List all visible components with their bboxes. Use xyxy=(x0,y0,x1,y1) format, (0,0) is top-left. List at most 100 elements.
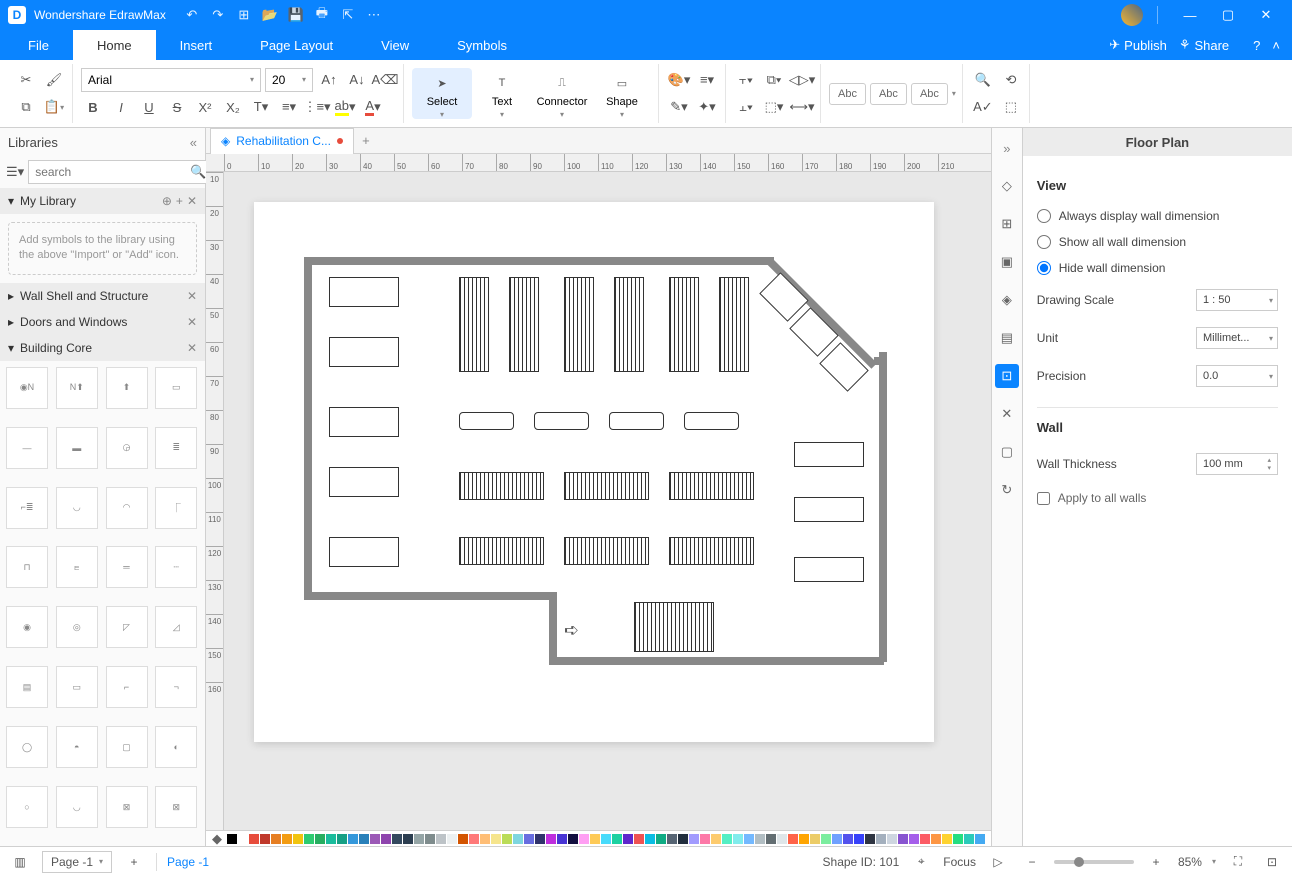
color-swatch[interactable] xyxy=(667,834,677,844)
apply-all-walls-checkbox[interactable]: Apply to all walls xyxy=(1037,483,1278,513)
font-select[interactable]: Arial▾ xyxy=(81,68,261,92)
page-panel-icon[interactable]: ▤ xyxy=(995,326,1019,350)
color-swatch[interactable] xyxy=(920,834,930,844)
color-swatch[interactable] xyxy=(777,834,787,844)
collapse-libraries-button[interactable]: « xyxy=(190,135,197,150)
font-size-select[interactable]: 20▾ xyxy=(265,68,313,92)
publish-button[interactable]: ✈Publish xyxy=(1109,37,1167,53)
section-doors[interactable]: ▸Doors and Windows ✕ xyxy=(0,309,205,335)
menu-file[interactable]: File xyxy=(4,30,73,60)
color-swatch[interactable] xyxy=(337,834,347,844)
theme-style-1[interactable]: Abc xyxy=(829,83,866,105)
color-swatch[interactable] xyxy=(304,834,314,844)
section-wall[interactable]: ▸Wall Shell and Structure ✕ xyxy=(0,283,205,309)
case-button[interactable]: T▾ xyxy=(249,95,273,119)
save-button[interactable]: 💾 xyxy=(286,5,306,25)
color-swatch[interactable] xyxy=(601,834,611,844)
color-swatch[interactable] xyxy=(634,834,644,844)
shape-arrow[interactable]: ⬆ xyxy=(106,367,148,409)
play-button[interactable]: ▷ xyxy=(986,850,1010,874)
shape-stair-curve[interactable]: ◡ xyxy=(56,487,98,529)
shape-stair-corner[interactable]: ⎾ xyxy=(155,487,197,529)
export-button[interactable]: ⇱ xyxy=(338,5,358,25)
shape-slab[interactable]: ▬ xyxy=(56,427,98,469)
cut-button[interactable]: ✂ xyxy=(14,68,38,92)
fill-button[interactable]: 🎨▾ xyxy=(667,68,691,92)
shape-x1[interactable]: ⊠ xyxy=(106,786,148,828)
line-color-button[interactable]: ✎▾ xyxy=(667,95,691,119)
history-panel-icon[interactable]: ↻ xyxy=(995,478,1019,502)
color-swatch[interactable] xyxy=(436,834,446,844)
group-button[interactable]: ⧉▾ xyxy=(762,68,786,92)
grid-panel-icon[interactable]: ⊞ xyxy=(995,212,1019,236)
color-swatch[interactable] xyxy=(964,834,974,844)
close-section-icon[interactable]: ✕ xyxy=(187,289,197,303)
outline-view-button[interactable]: ▥ xyxy=(8,850,32,874)
image-panel-icon[interactable]: ▣ xyxy=(995,250,1019,274)
color-swatch[interactable] xyxy=(524,834,534,844)
shape-basin[interactable]: ◡ xyxy=(56,786,98,828)
shape-tool[interactable]: ▭Shape▾ xyxy=(592,68,652,119)
user-avatar[interactable] xyxy=(1121,4,1143,26)
shape-x2[interactable]: ⊠ xyxy=(155,786,197,828)
color-swatch[interactable] xyxy=(557,834,567,844)
connector-tool[interactable]: ⎍Connector▾ xyxy=(532,68,592,119)
text-tool[interactable]: TText▾ xyxy=(472,68,532,119)
bold-button[interactable]: B xyxy=(81,95,105,119)
color-swatch[interactable] xyxy=(579,834,589,844)
color-swatch[interactable] xyxy=(612,834,622,844)
color-swatch[interactable] xyxy=(865,834,875,844)
focus-target-icon[interactable]: ⌖ xyxy=(909,850,933,874)
close-section-icon[interactable]: ✕ xyxy=(187,341,197,355)
close-section-icon[interactable]: ✕ xyxy=(187,194,197,208)
shape-corner2[interactable]: ¬ xyxy=(155,666,197,708)
shape-stair-l[interactable]: ⌐≣ xyxy=(6,487,48,529)
maximize-button[interactable]: ▢ xyxy=(1210,0,1246,30)
share-button[interactable]: ⚘Share xyxy=(1179,37,1229,53)
shape-corner[interactable]: ⌐ xyxy=(106,666,148,708)
color-swatch[interactable] xyxy=(568,834,578,844)
print-button[interactable]: 🖶 xyxy=(312,5,332,25)
page-label[interactable]: Page -1 xyxy=(167,855,209,869)
redo-button[interactable]: ↷ xyxy=(208,5,228,25)
color-swatch[interactable] xyxy=(513,834,523,844)
color-swatch[interactable] xyxy=(546,834,556,844)
close-button[interactable]: ✕ xyxy=(1248,0,1284,30)
library-search[interactable]: 🔍 xyxy=(28,160,213,184)
color-swatch[interactable] xyxy=(678,834,688,844)
subscript-button[interactable]: X₂ xyxy=(221,95,245,119)
shape-sink[interactable]: ◓ xyxy=(56,726,98,768)
color-swatch[interactable] xyxy=(942,834,952,844)
color-swatch[interactable] xyxy=(887,834,897,844)
select-tool[interactable]: ➤Select▾ xyxy=(412,68,472,119)
color-swatch[interactable] xyxy=(843,834,853,844)
layer-button[interactable]: ⬚▾ xyxy=(762,95,786,119)
copy-button[interactable]: ⧉ xyxy=(14,95,38,119)
color-swatch[interactable] xyxy=(315,834,325,844)
shape-toilet[interactable]: ◯ xyxy=(6,726,48,768)
color-swatch[interactable] xyxy=(469,834,479,844)
color-swatch[interactable] xyxy=(458,834,468,844)
menu-view[interactable]: View xyxy=(357,30,433,60)
new-button[interactable]: ⊞ xyxy=(234,5,254,25)
color-swatch[interactable] xyxy=(326,834,336,844)
fullscreen-button[interactable]: ⊡ xyxy=(1260,850,1284,874)
layers-panel-icon[interactable]: ◈ xyxy=(995,288,1019,312)
zoom-slider[interactable] xyxy=(1054,860,1134,864)
color-swatch[interactable] xyxy=(425,834,435,844)
color-swatch[interactable] xyxy=(953,834,963,844)
color-swatch[interactable] xyxy=(491,834,501,844)
color-swatch[interactable] xyxy=(909,834,919,844)
shape-rect2[interactable]: ▭ xyxy=(56,666,98,708)
shape-ramp[interactable]: ◸ xyxy=(106,606,148,648)
page-select[interactable]: Page -1▾ xyxy=(42,851,112,873)
color-swatch[interactable] xyxy=(931,834,941,844)
color-swatch[interactable] xyxy=(788,834,798,844)
import-icon[interactable]: ⊕ xyxy=(162,194,172,208)
qat-more[interactable]: ⋯ xyxy=(364,5,384,25)
highlight-button[interactable]: ab▾ xyxy=(333,95,357,119)
radio-always-display[interactable]: Always display wall dimension xyxy=(1037,203,1278,229)
shape-counter[interactable]: ⫢ xyxy=(56,546,98,588)
color-swatch[interactable] xyxy=(238,834,248,844)
theme-style-2[interactable]: Abc xyxy=(870,83,907,105)
